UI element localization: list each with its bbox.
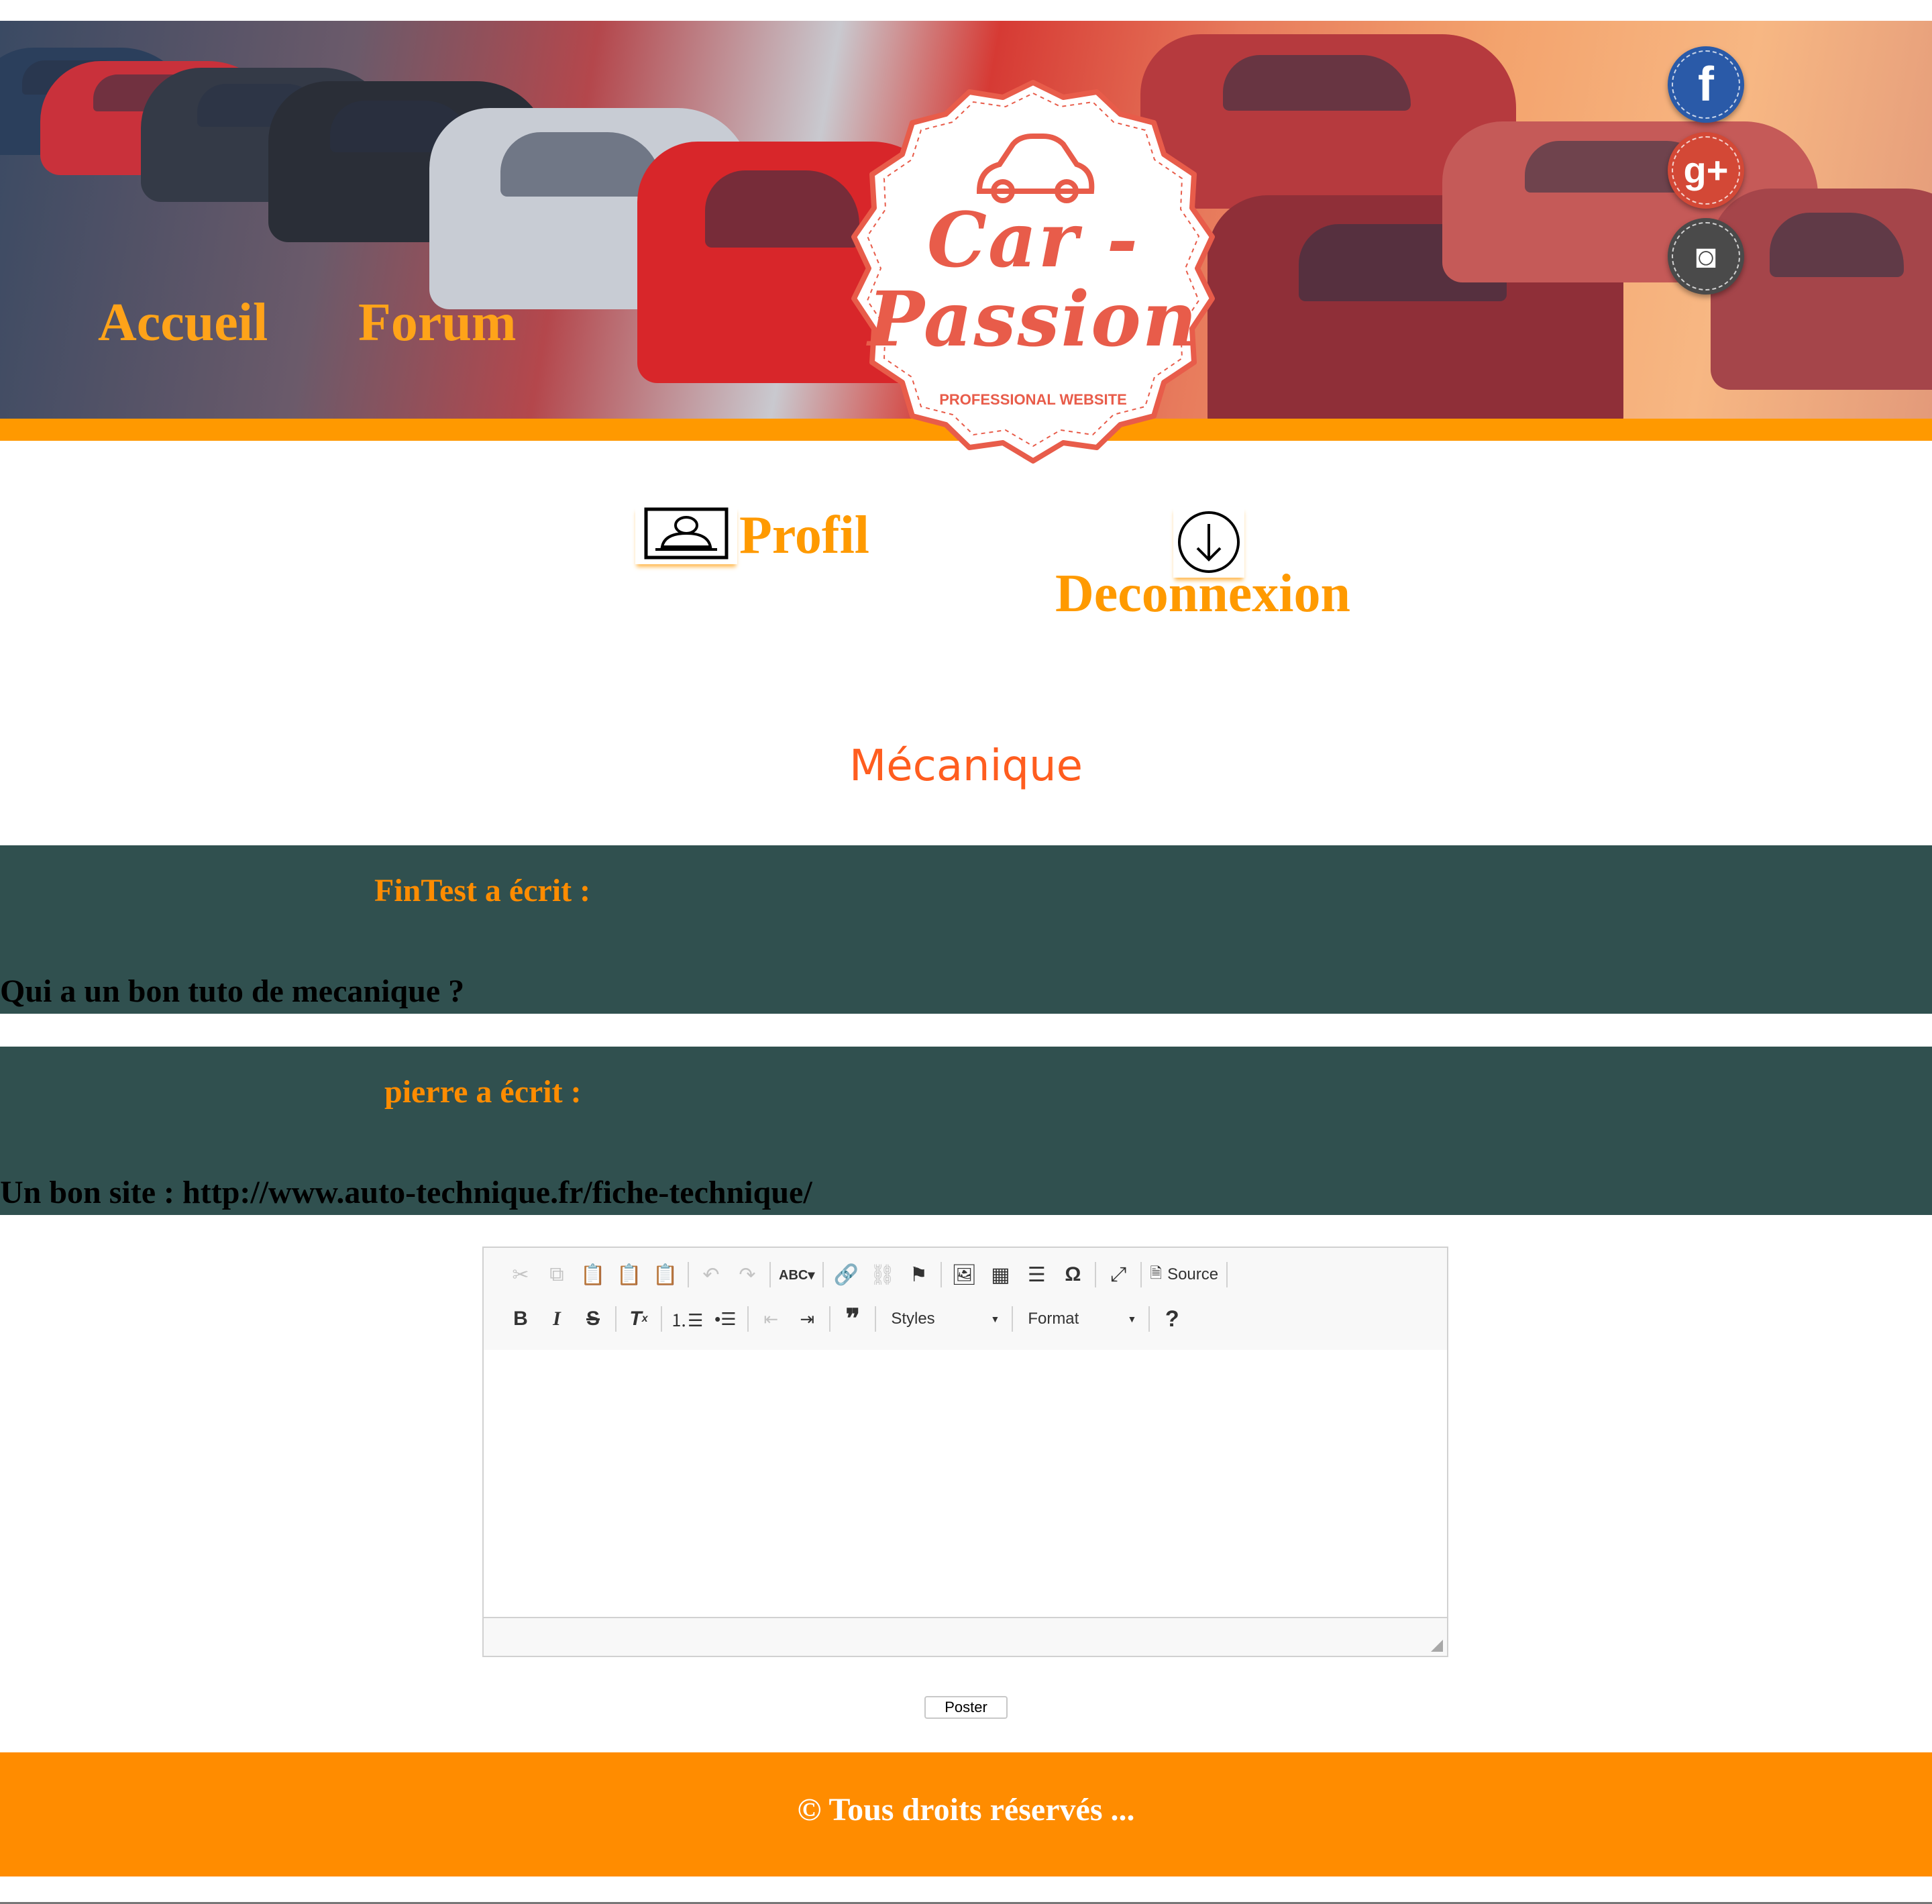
toolbar-row-1: ✂ ⧉ 📋 📋 📋 ↶ ↷ ABC▾ 🔗 ⛓ ⚑ 🖼 ▦ ☰ Ω ⤢ 🗎 Sou… [504,1255,1233,1295]
paste-text-icon[interactable]: 📋 [612,1257,646,1292]
rich-text-editor[interactable]: ✂ ⧉ 📋 📋 📋 ↶ ↷ ABC▾ 🔗 ⛓ ⚑ 🖼 ▦ ☰ Ω ⤢ 🗎 Sou… [482,1247,1448,1657]
cut-icon[interactable]: ✂ [504,1257,537,1292]
indent-icon[interactable]: ⇥ [790,1302,824,1336]
spellcheck-icon[interactable]: ABC▾ [776,1257,817,1292]
toolbar-separator [941,1262,943,1287]
source-label: Source [1167,1265,1219,1283]
logo-subtitle: PROFESSIONAL WEBSITE [939,391,1127,408]
paste-word-icon[interactable]: 📋 [649,1257,682,1292]
toolbar-separator [1140,1262,1142,1287]
toolbar-separator [661,1306,662,1332]
unlink-icon[interactable]: ⛓ [865,1257,899,1292]
paste-icon[interactable]: 📋 [576,1257,610,1292]
source-button[interactable]: 🗎 Source [1147,1257,1221,1292]
toolbar-separator [829,1306,831,1332]
source-icon: 🗎 [1150,1265,1163,1281]
toolbar-separator [688,1262,689,1287]
nav-link-forum[interactable]: Forum [358,293,517,354]
toolbar-separator [822,1262,824,1287]
toolbar-separator [1012,1306,1014,1332]
toolbar-separator [615,1306,616,1332]
logout-link[interactable]: Deconnexion [1055,564,1350,625]
special-char-icon[interactable]: Ω [1056,1257,1089,1292]
blockquote-icon[interactable]: ❞ [836,1302,869,1336]
redo-icon[interactable]: ↷ [731,1257,764,1292]
styles-dropdown[interactable]: Styles ▼ [881,1303,1009,1335]
styles-label: Styles [891,1310,935,1328]
toolbar-separator [875,1306,877,1332]
anchor-flag-icon[interactable]: ⚑ [902,1257,935,1292]
forum-post: pierre a écrit : Un bon site : http://ww… [0,1047,1932,1215]
table-icon[interactable]: ▦ [983,1257,1017,1292]
post-author: pierre a écrit : [384,1074,582,1110]
toolbar-separator [769,1262,771,1287]
toolbar-separator [1226,1262,1228,1287]
post-button[interactable]: Poster [924,1696,1008,1719]
remove-format-icon[interactable]: Tx [622,1302,655,1336]
format-dropdown[interactable]: Format ▼ [1018,1303,1146,1335]
italic-icon[interactable]: I [540,1302,574,1336]
nav-link-accueil[interactable]: Accueil [98,293,268,354]
profile-card-icon[interactable] [635,507,737,564]
google-plus-icon[interactable]: g+ [1668,132,1744,209]
chevron-down-icon: ▼ [990,1314,1000,1324]
chevron-down-icon: ▼ [1127,1314,1137,1324]
forum-post: FinTest a écrit : Qui a un bon tuto de m… [0,845,1932,1014]
editor-toolbar: ✂ ⧉ 📋 📋 📋 ↶ ↷ ABC▾ 🔗 ⛓ ⚑ 🖼 ▦ ☰ Ω ⤢ 🗎 Sou… [484,1248,1447,1351]
footer-copyright: © Tous droits réservés ... [797,1792,1135,1828]
toolbar-row-2: B I S Tx ⒈☰ •☰ ⇤ ⇥ ❞ Styles ▼ Format ▼ ? [504,1299,1191,1339]
outdent-icon[interactable]: ⇤ [754,1302,788,1336]
toolbar-separator [1095,1262,1097,1287]
banner-car [1711,189,1932,390]
horizontal-rule-icon[interactable]: ☰ [1020,1257,1053,1292]
topic-title: Mécanique [849,741,1083,791]
resize-handle[interactable] [1431,1640,1443,1652]
post-text: Qui a un bon tuto de mecanique ? [0,973,465,1009]
undo-icon[interactable]: ↶ [694,1257,728,1292]
site-logo[interactable]: Car - Passion PROFESSIONAL WEBSITE [842,77,1224,466]
link-icon[interactable]: 🔗 [829,1257,863,1292]
copy-icon[interactable]: ⧉ [540,1257,574,1292]
format-label: Format [1028,1310,1079,1328]
logo-title: Car - Passion [867,197,1199,364]
profile-link[interactable]: Profil [739,505,869,566]
bold-icon[interactable]: B [504,1302,537,1336]
editor-status-bar [484,1617,1447,1656]
instagram-icon[interactable]: ◙ [1668,218,1744,295]
toolbar-separator [747,1306,749,1332]
image-icon[interactable]: 🖼 [947,1257,981,1292]
toolbar-separator [1148,1306,1150,1332]
footer: © Tous droits réservés ... [0,1752,1932,1876]
post-text: Un bon site : http://www.auto-technique.… [0,1175,812,1210]
help-icon[interactable]: ? [1155,1302,1189,1336]
post-author: FinTest a écrit : [374,873,591,908]
bulleted-list-icon[interactable]: •☰ [708,1302,742,1336]
editor-content-area[interactable] [484,1350,1447,1618]
facebook-icon[interactable]: f [1668,46,1744,123]
numbered-list-icon[interactable]: ⒈☰ [667,1302,706,1336]
strikethrough-icon[interactable]: S [576,1302,610,1336]
maximize-icon[interactable]: ⤢ [1102,1257,1135,1292]
